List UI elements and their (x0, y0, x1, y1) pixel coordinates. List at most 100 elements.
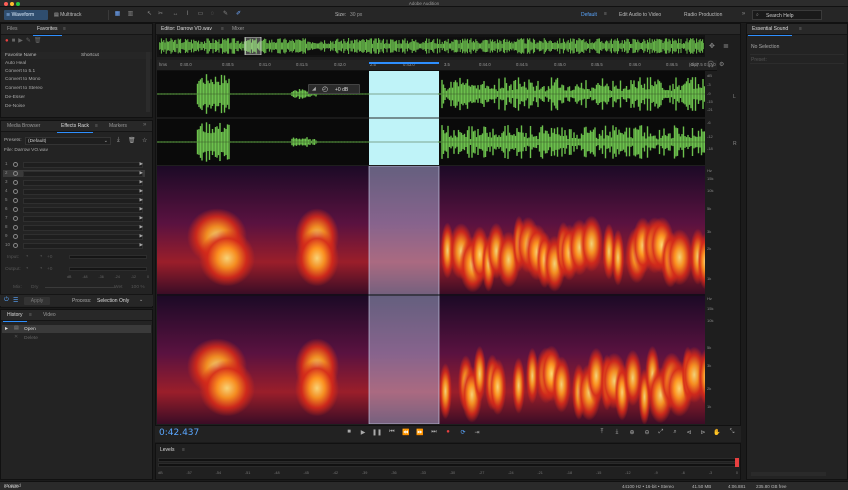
timecode-display[interactable]: 0:42.437 (159, 428, 199, 438)
slot-power-icon[interactable] (13, 234, 18, 239)
spectral-pitch-icon[interactable]: ▥ (127, 11, 134, 18)
input-knob-icon[interactable]: ◔ (39, 254, 43, 260)
panel-menu-icon[interactable]: ≡ (95, 123, 98, 129)
slot-arrow-icon[interactable]: ▶ (140, 179, 143, 185)
lasso-tool-icon[interactable]: ◌ (209, 11, 216, 18)
slot-dropdown[interactable] (23, 242, 143, 249)
slot-dropdown[interactable] (23, 179, 143, 186)
tab-files[interactable]: Files (3, 24, 22, 35)
skip-selection-icon[interactable]: ⇥ (472, 429, 482, 436)
save-preset-icon[interactable]: ⤓ (117, 137, 120, 144)
history-item-selected[interactable]: ▸ ▤ Open (2, 325, 151, 333)
slot-power-icon[interactable] (13, 162, 18, 167)
razor-tool-icon[interactable]: ✂ (157, 11, 164, 18)
settings-icon[interactable]: ⚙ (719, 61, 724, 68)
channel-l-toggle[interactable]: L (733, 94, 736, 100)
spot-healing-tool-icon[interactable]: ✐ (235, 11, 242, 18)
effect-slot[interactable]: 4 ▶ (3, 188, 145, 195)
workspace-default[interactable]: Default (581, 10, 597, 20)
slot-arrow-icon[interactable]: ▶ (140, 242, 143, 248)
zoom-reset-icon[interactable]: ⤡ (727, 429, 737, 436)
tab-video[interactable]: Video (39, 310, 60, 321)
zoom-in-time-icon[interactable]: ⊕ (627, 429, 637, 436)
panel-menu-icon[interactable]: ≡ (182, 447, 185, 453)
favorite-item[interactable]: Convert to Stereo (5, 86, 43, 91)
record-icon[interactable]: ● (443, 429, 453, 435)
panel-menu-icon[interactable]: ≡ (799, 26, 802, 32)
pause-icon[interactable]: ❚❚ (372, 429, 382, 436)
zoom-in-amplitude-icon[interactable]: ⤒ (597, 429, 607, 436)
slot-power-icon[interactable] (13, 171, 18, 176)
slot-arrow-icon[interactable]: ▶ (140, 161, 143, 167)
search-field[interactable]: ⌕ Search Help (752, 10, 822, 20)
zoom-out-time-icon[interactable]: ⊖ (642, 429, 652, 436)
marquee-tool-icon[interactable]: ▭ (197, 11, 204, 18)
go-to-start-icon[interactable]: ⏮ (387, 429, 397, 436)
panel-menu-icon[interactable]: ≡ (221, 26, 224, 32)
zoom-out-amplitude-icon[interactable]: ⤓ (612, 429, 622, 436)
slot-arrow-icon[interactable]: ▶ (140, 215, 143, 221)
history-item-row[interactable]: ✕ Delete (2, 334, 151, 342)
slot-power-icon[interactable] (13, 207, 18, 212)
output-knob-icon[interactable]: ◔ (25, 266, 29, 272)
stop-icon[interactable]: ■ (12, 38, 16, 44)
tab-effects-rack[interactable]: Effects Rack (57, 121, 93, 133)
slot-power-icon[interactable] (13, 243, 18, 248)
edit-favorite-icon[interactable]: ✎ (26, 37, 31, 44)
slot-arrow-icon[interactable]: ▶ (140, 206, 143, 212)
favorite-star-icon[interactable]: ☆ (142, 137, 147, 144)
workspace-radio[interactable]: Radio Production (684, 10, 722, 20)
overview-viewport[interactable] (244, 37, 262, 55)
overview-waveform[interactable] (159, 37, 704, 55)
process-dropdown[interactable]: Selection Only (97, 298, 129, 304)
slot-arrow-icon[interactable]: ▶ (140, 170, 143, 176)
tab-media-browser[interactable]: Media Browser (3, 121, 44, 132)
slot-dropdown[interactable] (23, 161, 143, 168)
loop-icon[interactable]: ⟳ (458, 429, 468, 436)
waveform-view-button[interactable]: ≋ Waveform (4, 10, 48, 20)
stop-icon[interactable]: ■ (344, 429, 354, 435)
slot-arrow-icon[interactable]: ▶ (140, 197, 143, 203)
slot-arrow-icon[interactable]: ▶ (140, 233, 143, 239)
tab-markers[interactable]: Markers (105, 121, 131, 132)
slot-dropdown[interactable] (23, 197, 143, 204)
hud-volume[interactable]: ◢ ◴ +0 dB (308, 84, 360, 94)
effect-slot[interactable]: 2 ▶ (3, 170, 145, 177)
presets-dropdown[interactable]: (Default) ⌄ (25, 136, 111, 145)
fast-forward-icon[interactable]: ⏩ (415, 429, 425, 436)
slot-dropdown[interactable] (23, 233, 143, 240)
move-tool-icon[interactable]: ↖ (146, 11, 153, 18)
play-favorite-icon[interactable]: ▶ (18, 37, 23, 44)
clip-indicator[interactable] (735, 458, 739, 467)
headphones-icon[interactable]: 🎧 (707, 61, 714, 68)
workspace-edit-video[interactable]: Edit Audio to Video (619, 10, 661, 20)
waveform-display[interactable] (157, 71, 705, 165)
slot-power-icon[interactable] (13, 198, 18, 203)
slot-power-icon[interactable] (13, 225, 18, 230)
slot-dropdown[interactable] (23, 224, 143, 231)
list-toggle-icon[interactable]: ☰ (13, 297, 18, 304)
rewind-icon[interactable]: ⏪ (401, 429, 411, 436)
delete-favorite-icon[interactable]: 🗑 (34, 37, 42, 44)
favorite-item[interactable]: De-Noise (5, 104, 25, 109)
more-workspaces-icon[interactable]: » (740, 11, 747, 18)
zoom-full-icon[interactable]: ⤢ (656, 429, 666, 436)
favorite-item[interactable]: Convert to Mono (5, 77, 40, 82)
tab-essential-sound[interactable]: Essential Sound (748, 24, 793, 36)
expand-panels-icon[interactable]: » (143, 122, 146, 128)
slip-tool-icon[interactable]: ↔ (172, 11, 179, 18)
zoom-selection-icon[interactable]: ⌕ (670, 429, 680, 436)
slot-power-icon[interactable] (13, 189, 18, 194)
tab-mixer[interactable]: Mixer (228, 24, 248, 35)
slot-dropdown[interactable] (23, 215, 143, 222)
tab-favorites[interactable]: Favorites (33, 24, 62, 36)
size-value[interactable]: 30 px (350, 10, 362, 20)
search-input[interactable]: Search Help (766, 13, 794, 19)
slot-dropdown[interactable] (23, 206, 143, 213)
volume-knob-icon[interactable]: ◴ (322, 85, 328, 93)
zoom-right-icon[interactable]: ⊳ (698, 429, 708, 436)
slot-dropdown[interactable] (23, 188, 143, 195)
go-to-end-icon[interactable]: ⏭ (429, 429, 439, 436)
selection-range-indicator[interactable] (369, 62, 439, 64)
effect-slot[interactable]: 5 ▶ (3, 197, 145, 204)
